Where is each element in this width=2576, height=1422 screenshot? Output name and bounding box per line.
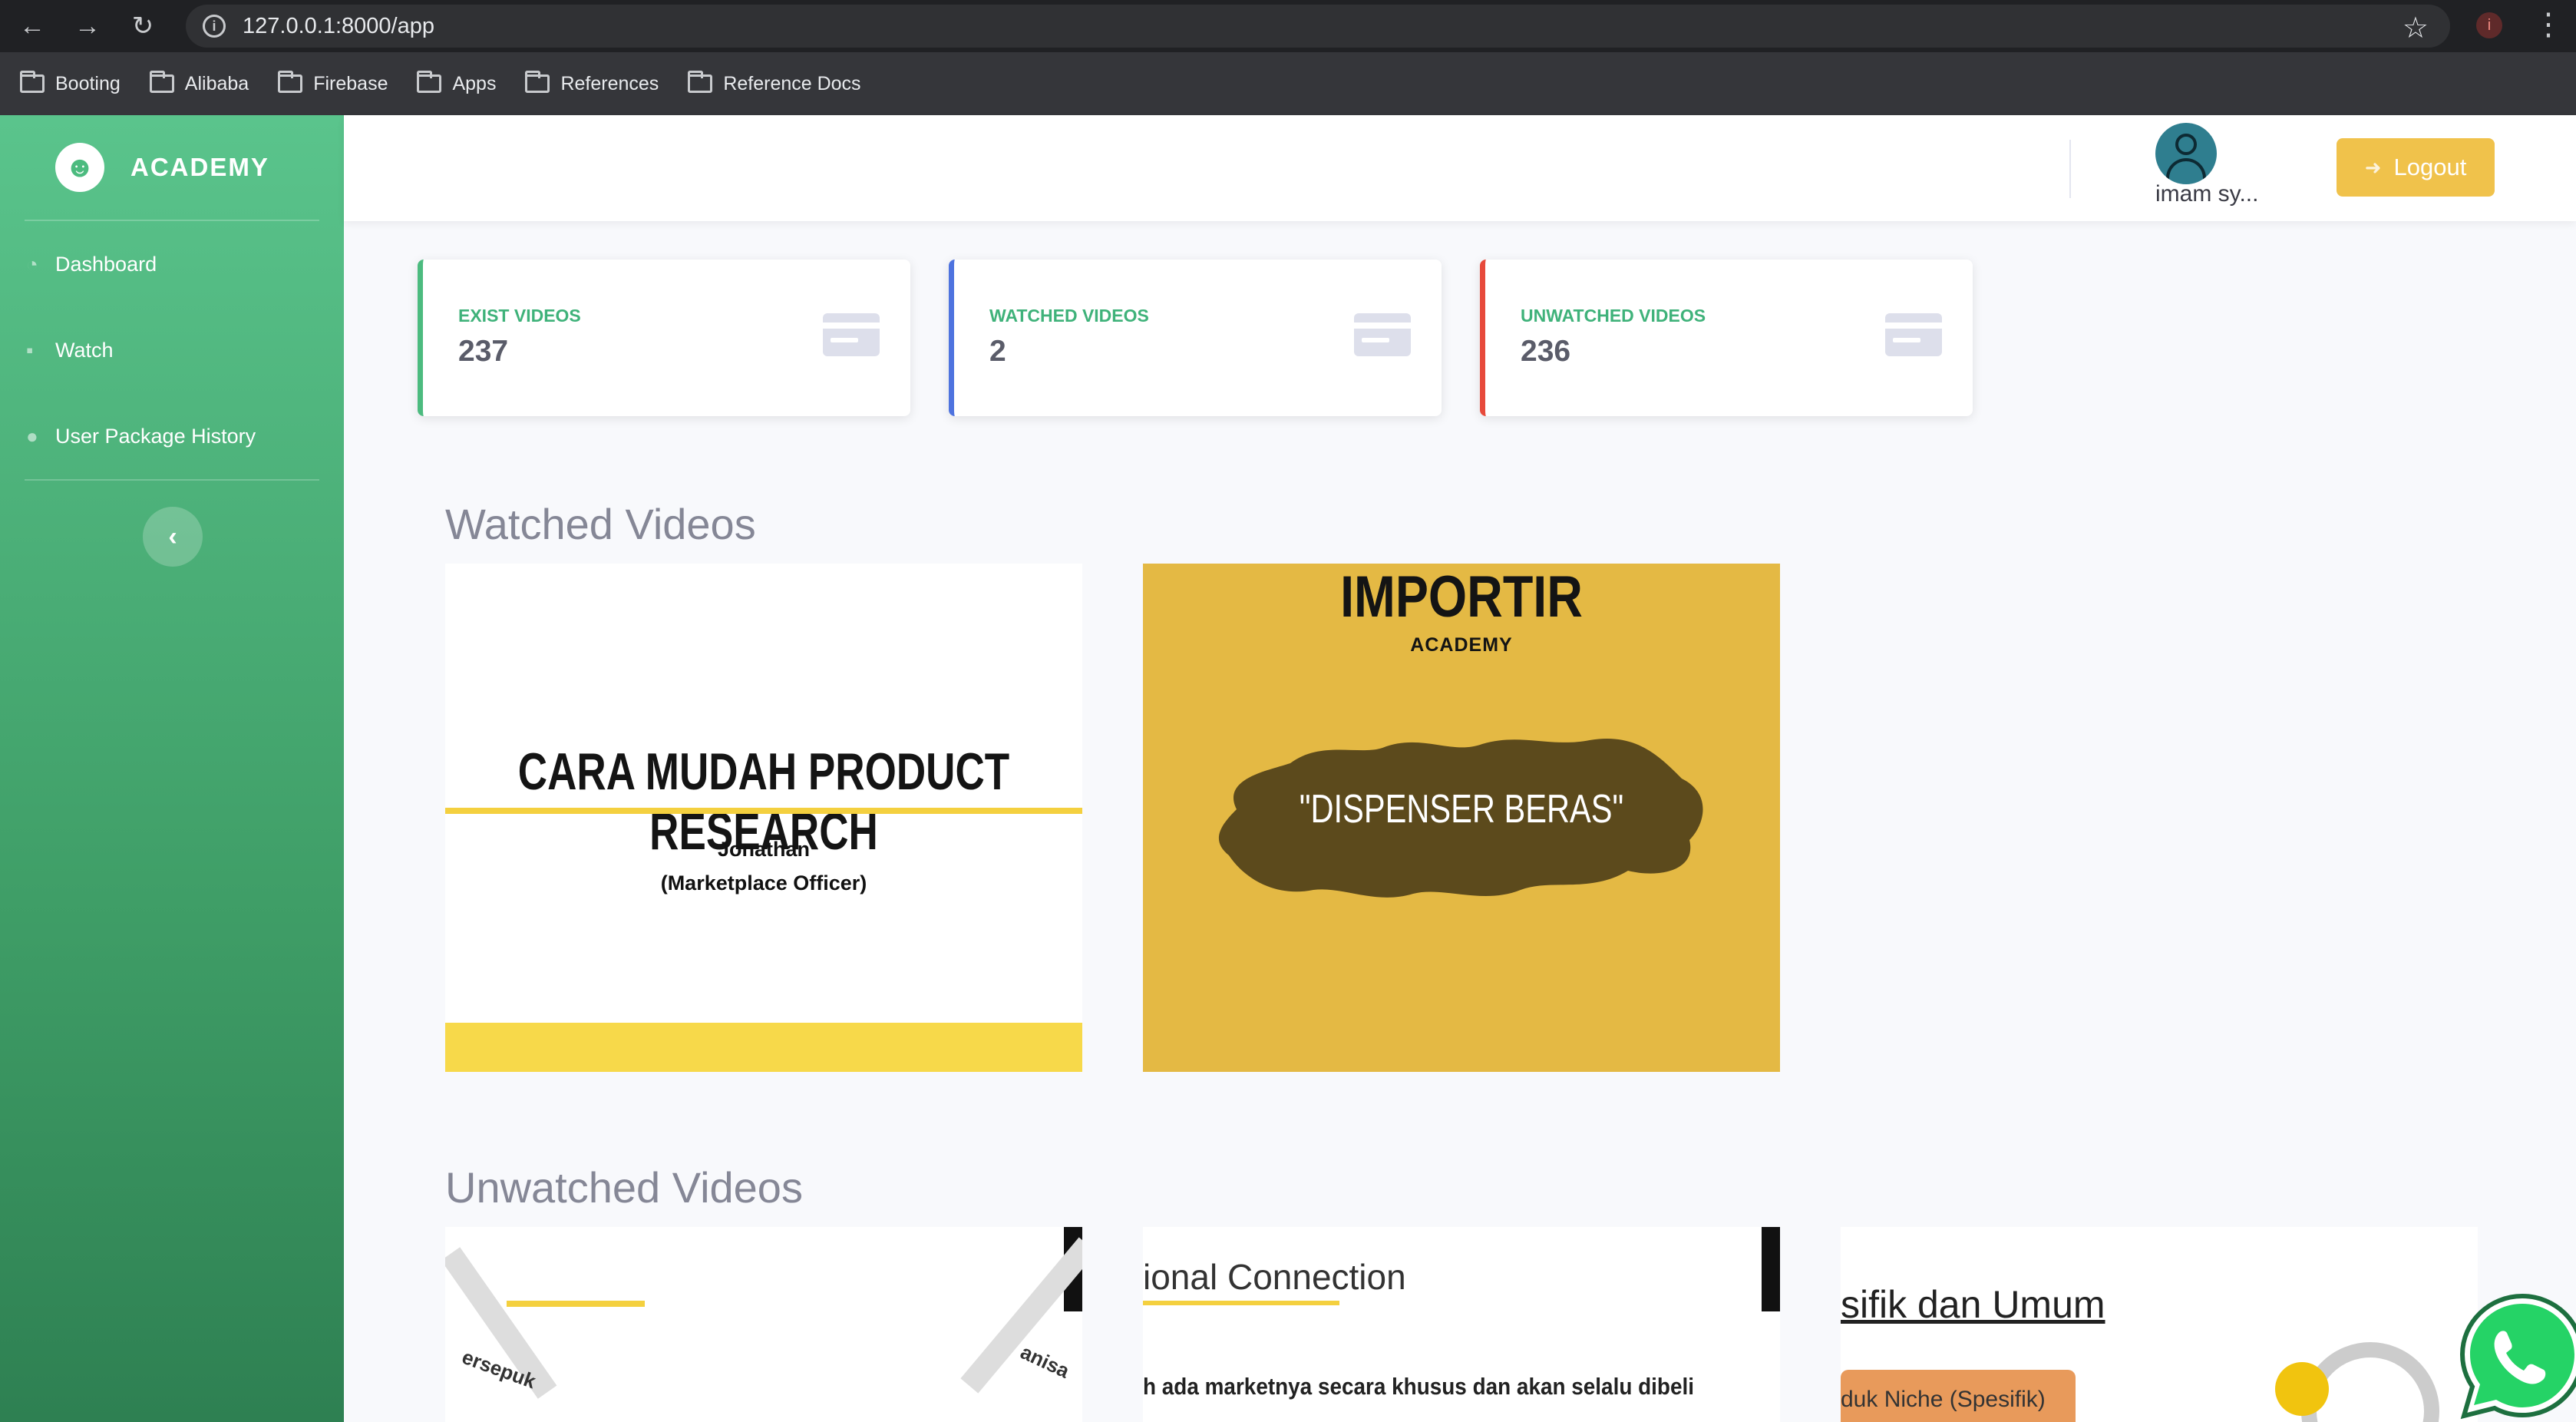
title-underline: [445, 808, 1082, 814]
dashboard-icon: ◔: [26, 252, 38, 276]
thumbnail-footer-bar: [445, 1023, 1082, 1072]
bookmark-folder[interactable]: References: [525, 71, 659, 95]
watched-videos-heading: Watched Videos: [445, 500, 756, 548]
username[interactable]: imam sy...: [2155, 181, 2258, 207]
video-camera-icon: ▪: [26, 338, 34, 362]
video-thumbnail[interactable]: IMPORTIR ACADEMY "DISPENSER BERAS": [1143, 564, 1780, 1072]
user-avatar[interactable]: [2155, 123, 2217, 184]
logout-button[interactable]: ➜ Logout: [2337, 138, 2495, 197]
bookmark-star-icon[interactable]: ☆: [2403, 11, 2429, 45]
video-thumbnail[interactable]: sifik dan Umum duk Niche (Spesifik): [1841, 1227, 2478, 1422]
folder-icon: [149, 71, 174, 93]
sidebar: ☻ ACADEMY ◔ Dashboard ▪ Watch ● User Pac…: [0, 115, 344, 1422]
bookmark-folder[interactable]: Reference Docs: [688, 71, 861, 95]
stat-card-watched-videos: WATCHED VIDEOS 2: [949, 260, 1442, 416]
folder-icon: [417, 71, 442, 93]
topbar: imam sy... ➜ Logout: [344, 115, 2576, 221]
stat-card-exist-videos: EXIST VIDEOS 237: [418, 260, 910, 416]
sidebar-item-label: Dashboard: [55, 252, 157, 276]
thumbnail-product: "DISPENSER BERAS": [1299, 787, 1624, 832]
bookmark-folder[interactable]: Apps: [417, 71, 496, 95]
brand-name: ACADEMY: [130, 153, 269, 181]
sidebar-item-watch[interactable]: ▪ Watch: [0, 307, 344, 393]
folder-icon: [20, 71, 45, 93]
topbar-divider: [2069, 140, 2071, 198]
sign-out-icon: ➜: [2364, 155, 2382, 179]
sidebar-divider: [25, 479, 319, 481]
folder-icon: [688, 71, 713, 93]
whatsapp-icon[interactable]: [2453, 1287, 2576, 1422]
url-text[interactable]: 127.0.0.1:8000/app: [243, 14, 434, 39]
bookmark-folder[interactable]: Alibaba: [149, 71, 249, 95]
sidebar-item-user-package-history[interactable]: ● User Package History: [0, 393, 344, 479]
back-icon[interactable]: ←: [11, 5, 54, 48]
presenter-role: (Marketplace Officer): [660, 871, 867, 895]
presenter-name: Jonathan: [717, 838, 810, 861]
bookmark-folder[interactable]: Firebase: [278, 71, 388, 95]
user-icon: ●: [26, 424, 38, 448]
sidebar-item-label: User Package History: [55, 424, 256, 448]
video-thumbnail[interactable]: CARA MUDAH PRODUCT RESEARCH Jonathan (Ma…: [445, 564, 1082, 1072]
stat-value: 2: [989, 335, 1006, 368]
folder-icon: [278, 71, 303, 93]
stat-value: 236: [1521, 335, 1571, 368]
unwatched-videos-heading: Unwatched Videos: [445, 1163, 803, 1212]
bookmarks-bar: Booting Alibaba Firebase Apps References…: [0, 52, 2576, 115]
address-bar[interactable]: i 127.0.0.1:8000/app ☆: [186, 5, 2450, 48]
thumbnail-heading: ional Connection: [1143, 1257, 1406, 1297]
stat-label: UNWATCHED VIDEOS: [1521, 306, 1706, 326]
forward-icon[interactable]: →: [66, 5, 109, 48]
video-presenter: Jonathan (Marketplace Officer): [445, 832, 1082, 900]
video-thumbnail[interactable]: ersepuk anisa: [445, 1227, 1082, 1422]
heart-icon: [2275, 1362, 2329, 1416]
thumbnail-edge: [1762, 1227, 1780, 1311]
sidebar-brand[interactable]: ☻ ACADEMY: [0, 115, 344, 220]
credit-card-icon: [1354, 313, 1411, 356]
profile-avatar[interactable]: i: [2476, 12, 2502, 38]
thumbnail-accent-line: [507, 1301, 645, 1307]
bookmark-folder[interactable]: Booting: [20, 71, 121, 95]
thumbnail-heading: sifik dan Umum: [1841, 1283, 2105, 1326]
laugh-wink-icon: ☻: [55, 143, 104, 192]
thumbnail-accent-line: [1143, 1301, 1339, 1305]
reload-icon[interactable]: ↻: [121, 5, 164, 48]
video-thumbnail[interactable]: ional Connection h ada marketnya secara …: [1143, 1227, 1780, 1422]
stat-label: WATCHED VIDEOS: [989, 306, 1149, 326]
thumbnail-text: anisa: [1016, 1340, 1073, 1383]
stat-card-unwatched-videos: UNWATCHED VIDEOS 236: [1480, 260, 1973, 416]
browser-toolbar: ← → ↻ i 127.0.0.1:8000/app ☆ i ⋮: [0, 0, 2576, 52]
sidebar-toggle-button[interactable]: ‹: [143, 507, 203, 567]
site-info-icon[interactable]: i: [203, 15, 226, 38]
sidebar-item-label: Watch: [55, 338, 114, 362]
credit-card-icon: [823, 313, 880, 356]
credit-card-icon: [1885, 313, 1942, 356]
folder-icon: [525, 71, 550, 93]
thumbnail-brand: IMPORTIR: [1340, 564, 1583, 630]
logout-label: Logout: [2393, 154, 2467, 180]
thumbnail-subtext: h ada marketnya secara khusus dan akan s…: [1143, 1373, 1694, 1400]
stat-value: 237: [458, 335, 509, 368]
thumbnail-brand-sub: ACADEMY: [1410, 634, 1513, 656]
stat-label: EXIST VIDEOS: [458, 306, 581, 326]
thumbnail-badge: duk Niche (Spesifik): [1841, 1370, 2076, 1422]
browser-menu-icon[interactable]: ⋮: [2533, 6, 2564, 43]
sidebar-item-dashboard[interactable]: ◔ Dashboard: [0, 221, 344, 307]
